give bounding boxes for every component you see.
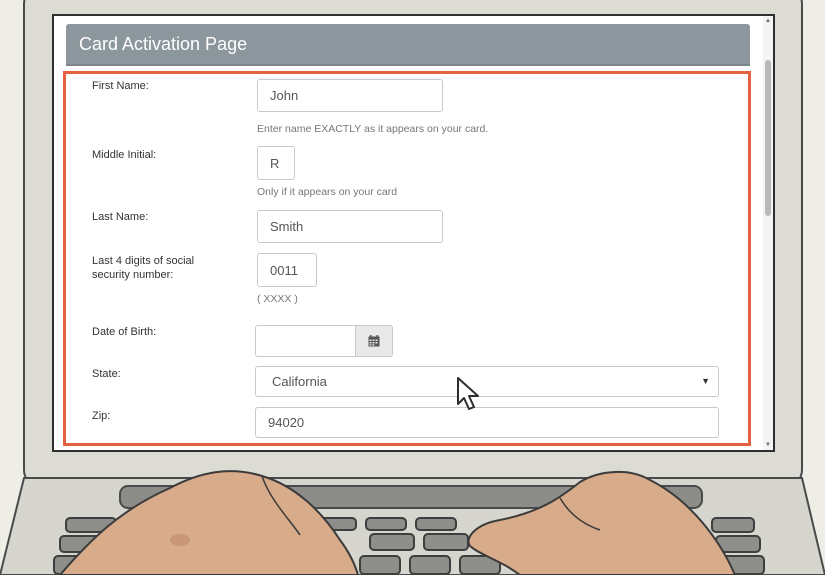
page-header: Card Activation Page (66, 24, 750, 66)
dob-input[interactable] (255, 325, 357, 357)
browser-screen: Card Activation Page ▲ ▼ First Name: Joh… (54, 16, 773, 450)
calendar-icon (368, 335, 380, 347)
middle-initial-label: Middle Initial: (92, 149, 157, 161)
ssn-format-hint: ( XXXX ) (257, 293, 298, 305)
ssn-label-line1: Last 4 digits of social (92, 255, 195, 267)
chevron-down-icon: ▼ (701, 376, 710, 386)
scroll-down-icon[interactable]: ▼ (765, 442, 771, 448)
state-select[interactable]: California ▼ (255, 366, 719, 397)
middle-initial-input[interactable]: R (257, 146, 295, 180)
ssn-last4-input[interactable]: 0011 (257, 253, 317, 287)
scroll-thumb[interactable] (765, 60, 771, 216)
first-name-help: Enter name EXACTLY as it appears on your… (257, 123, 489, 135)
state-label: State: (92, 368, 121, 380)
dob-label: Date of Birth: (92, 326, 157, 338)
state-selected-value: California (272, 374, 327, 389)
last-name-input[interactable]: Smith (257, 210, 443, 243)
calendar-button[interactable] (355, 325, 393, 357)
first-name-label: First Name: (92, 80, 149, 92)
scroll-up-icon[interactable]: ▲ (765, 18, 771, 24)
ssn-label-line2: security number: (92, 269, 174, 281)
page-title: Card Activation Page (79, 34, 248, 54)
last-name-label: Last Name: (92, 211, 149, 223)
zip-input[interactable]: 94020 (255, 407, 719, 438)
zip-label: Zip: (92, 410, 111, 422)
first-name-input[interactable]: John (257, 79, 443, 112)
mouse-pointer-icon (457, 377, 479, 410)
middle-initial-help: Only if it appears on your card (257, 186, 398, 198)
scrollbar[interactable]: ▲ ▼ (763, 16, 773, 450)
